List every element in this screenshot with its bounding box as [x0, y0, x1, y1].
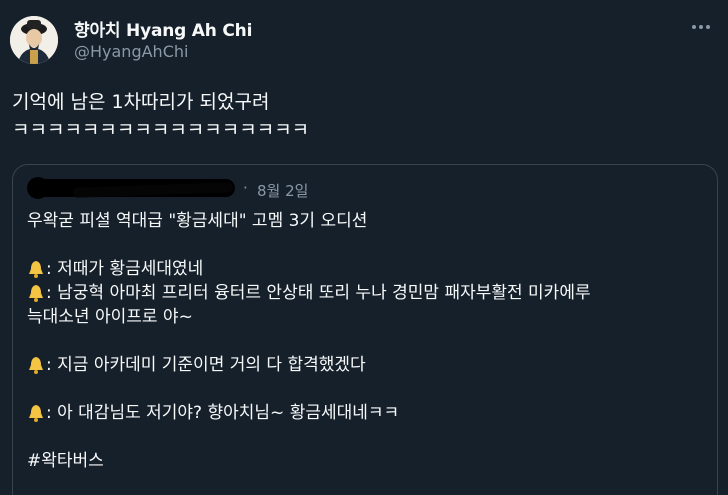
quoted-line-text: : 아 대감님도 저기야? 향아치님~ 황금세대네ㅋㅋ — [46, 403, 400, 423]
quoted-line-text: 우왁굳 피셜 역대급 "황금세대" 고멤 3기 오디션 — [27, 211, 368, 231]
quoted-tweet[interactable]: · 8월 2일 우왁굳 피셜 역대급 "황금세대" 고멤 3기 오디션 : 저때… — [12, 164, 718, 495]
quoted-line-text: : 지금 아카데미 기준이면 거의 다 합격했겠다 — [46, 355, 366, 375]
tweet-card: 향아치 Hyang Ah Chi @HyangAhChi 기억에 남은 1차따리… — [0, 0, 728, 495]
quoted-line: 늑대소년 아이프로 야~ — [27, 305, 707, 329]
quoted-line: : 저때가 황금세대였네 — [27, 257, 707, 281]
quoted-line: : 아 대감님도 저기야? 향아치님~ 황금세대네ㅋㅋ — [27, 401, 707, 425]
quoted-line-text: 늑대소년 아이프로 야~ — [27, 307, 193, 327]
more-options-button[interactable] — [688, 16, 714, 38]
quoted-line: : 지금 아카데미 기준이면 거의 다 합격했겠다 — [27, 353, 707, 377]
bell-emoji-icon — [29, 261, 43, 278]
bell-emoji-icon — [29, 285, 43, 302]
quoted-line: 우왁굳 피셜 역대급 "황금세대" 고멤 3기 오디션 — [27, 209, 707, 233]
hashtag-link[interactable]: #왁타버스 — [27, 449, 104, 473]
quoted-date[interactable]: 8월 2일 — [257, 180, 308, 201]
more-horizontal-icon — [692, 25, 710, 29]
avatar[interactable] — [10, 16, 58, 64]
display-name[interactable]: 향아치 Hyang Ah Chi — [74, 16, 252, 41]
user-handle[interactable]: @HyangAhChi — [74, 42, 188, 61]
bell-emoji-icon — [29, 357, 43, 374]
quoted-line: #왁타버스 — [27, 449, 707, 473]
meta-separator: · — [243, 179, 248, 197]
bell-emoji-icon — [29, 405, 43, 422]
quoted-line-text: : 남궁혁 아마최 프리터 융터르 안상태 또리 누나 경민맘 패자부활전 미카… — [46, 283, 591, 303]
tweet-text-line: ㅋㅋㅋㅋㅋㅋㅋㅋㅋㅋㅋㅋㅋㅋㅋㅋㅋ — [12, 119, 310, 141]
tweet-text-line: 기억에 남은 1차따리가 되었구려 — [12, 91, 270, 113]
quoted-line-text: : 저때가 황금세대였네 — [46, 259, 204, 279]
quoted-text: 우왁굳 피셜 역대급 "황금세대" 고멤 3기 오디션 : 저때가 황금세대였네… — [27, 209, 707, 473]
tweet-text: 기억에 남은 1차따리가 되었구려 ㅋㅋㅋㅋㅋㅋㅋㅋㅋㅋㅋㅋㅋㅋㅋㅋㅋ — [12, 88, 712, 144]
quoted-line: : 남궁혁 아마최 프리터 융터르 안상태 또리 누나 경민맘 패자부활전 미카… — [27, 281, 707, 305]
